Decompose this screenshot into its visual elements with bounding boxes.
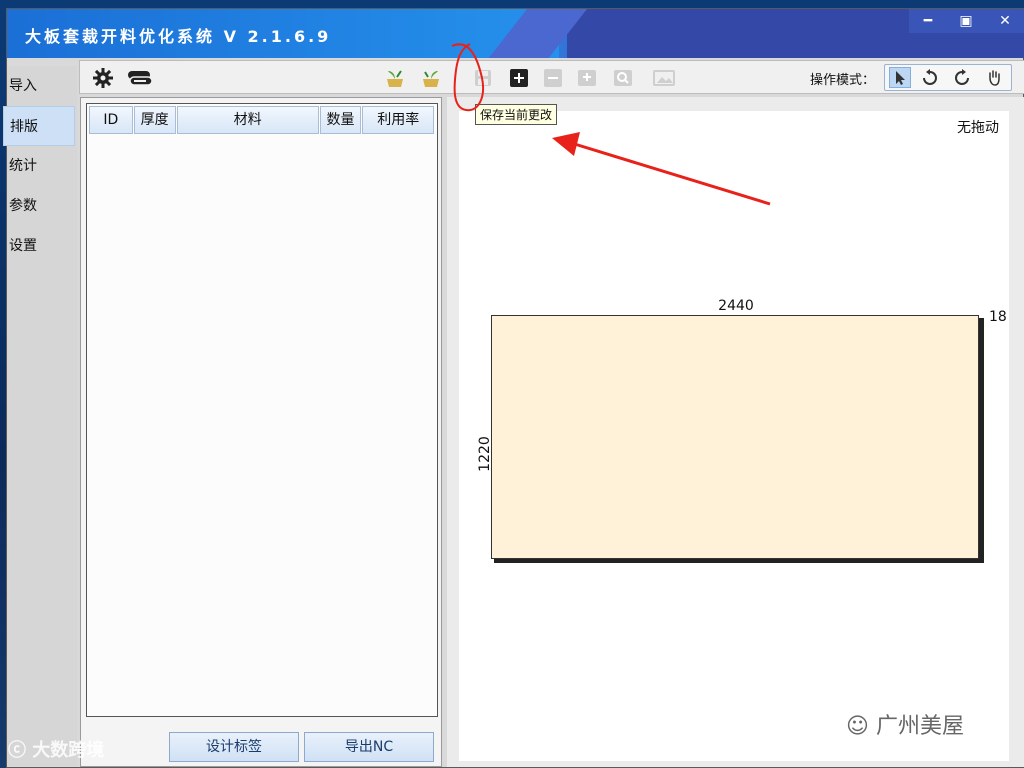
export-plant-icon[interactable] <box>420 67 442 89</box>
watermark-left: ⓒ 大数跨境 <box>8 736 104 762</box>
operation-mode-label: 操作模式： <box>810 73 876 88</box>
layout-canvas[interactable]: 无拖动 2440 18 1220 <box>459 111 1009 761</box>
column-header-material[interactable]: 材料 <box>176 106 319 134</box>
nav-item-settings[interactable]: 设置 <box>7 226 77 266</box>
board-height-label: 1220 <box>476 436 493 472</box>
watermark-left-text: 大数跨境 <box>32 740 105 761</box>
export-nc-button[interactable]: 导出NC <box>304 732 434 762</box>
import-plant-icon[interactable] <box>384 67 406 89</box>
column-header-thickness[interactable]: 厚度 <box>133 106 176 134</box>
save-tooltip: 保存当前更改 <box>475 104 558 125</box>
column-header-quantity[interactable]: 数量 <box>319 106 362 134</box>
nav-item-import[interactable]: 导入 <box>7 66 77 106</box>
rotate-cw-icon <box>955 68 969 85</box>
watermark-logo-icon: ⓒ <box>8 740 26 761</box>
minimize-button[interactable]: ━ <box>909 9 947 33</box>
hand-mode-button[interactable] <box>983 67 1005 88</box>
add-box-icon[interactable] <box>576 67 598 89</box>
rotate-cw-mode-button[interactable] <box>951 67 973 88</box>
wechat-icon: ☺ <box>846 714 869 739</box>
gear-icon[interactable] <box>92 67 114 89</box>
hand-icon <box>989 69 1000 86</box>
title-bar[interactable]: 大板套裁开料优化系统 V 2.1.6.9 ━ ▣ ✕ <box>7 9 1024 58</box>
save-icon[interactable] <box>472 67 494 89</box>
operation-mode-group <box>884 64 1012 91</box>
nav-item-statistics[interactable]: 统计 <box>7 146 77 186</box>
remove-icon[interactable] <box>542 67 564 89</box>
nav-item-layout[interactable]: 排版 <box>3 106 75 146</box>
drag-status: 无拖动 <box>957 120 999 136</box>
image-icon[interactable] <box>652 67 676 89</box>
side-nav: 导入 排版 统计 参数 设置 <box>3 66 77 766</box>
pointer-icon <box>896 70 905 85</box>
add-icon[interactable] <box>508 67 530 89</box>
canvas-frame: 无拖动 2440 18 1220 <box>447 97 1024 767</box>
rotate-ccw-mode-button[interactable] <box>919 67 941 88</box>
window-controls: ━ ▣ ✕ <box>909 9 1024 33</box>
close-button[interactable]: ✕ <box>985 9 1024 33</box>
maximize-button[interactable]: ▣ <box>947 9 985 33</box>
watermark-right-text: 广州美屋 <box>875 714 964 739</box>
board-thickness-label: 18 <box>989 309 1007 325</box>
part-table[interactable]: ID 厚度 材料 数量 利用率 <box>86 103 438 717</box>
board-sheet[interactable] <box>491 315 979 559</box>
layers-icon[interactable] <box>126 67 154 89</box>
board-width-label: 2440 <box>718 298 754 314</box>
window-title: 大板套裁开料优化系统 V 2.1.6.9 <box>25 27 332 46</box>
table-header: ID 厚度 材料 数量 利用率 <box>89 106 435 134</box>
toolbar: 操作模式： <box>79 60 1024 94</box>
pointer-mode-button[interactable] <box>889 67 911 88</box>
rotate-ccw-icon <box>923 68 937 85</box>
design-label-button[interactable]: 设计标签 <box>169 732 299 762</box>
watermark-right: ☺ 广州美屋 <box>846 708 964 740</box>
column-header-utilization[interactable]: 利用率 <box>362 106 435 134</box>
nav-item-parameters[interactable]: 参数 <box>7 186 77 226</box>
part-list-panel: ID 厚度 材料 数量 利用率 设计标签 导出NC <box>80 97 442 767</box>
column-header-id[interactable]: ID <box>89 106 133 134</box>
search-box-icon[interactable] <box>612 67 634 89</box>
